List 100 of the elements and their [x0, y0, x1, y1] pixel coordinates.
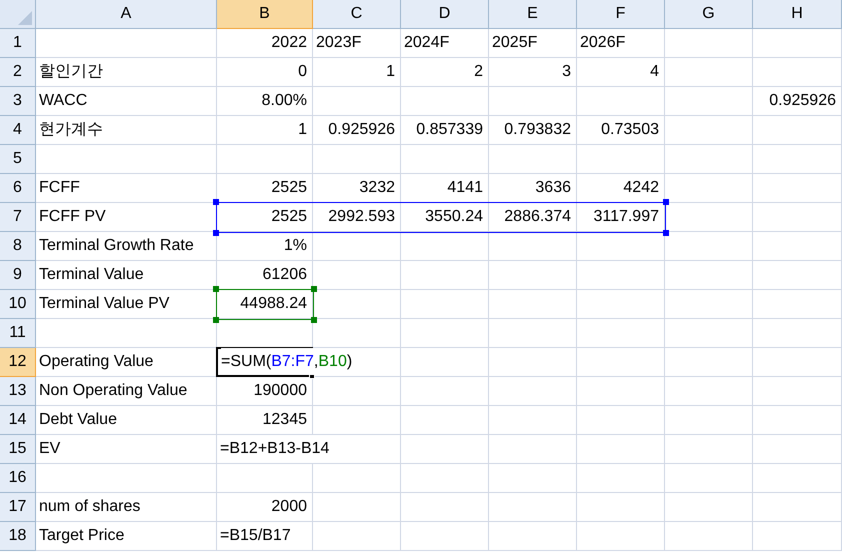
- spreadsheet-cell[interactable]: Debt Value: [36, 406, 217, 435]
- spreadsheet-cell[interactable]: [753, 203, 842, 232]
- spreadsheet-cell[interactable]: [313, 464, 401, 493]
- spreadsheet-cell[interactable]: [753, 348, 842, 377]
- spreadsheet-cell[interactable]: [401, 290, 489, 319]
- spreadsheet-cell[interactable]: 2024F: [401, 29, 489, 58]
- spreadsheet-cell[interactable]: 2886.374: [489, 203, 577, 232]
- row-header[interactable]: 11: [0, 319, 36, 348]
- spreadsheet-cell[interactable]: [753, 174, 842, 203]
- spreadsheet-cell[interactable]: [36, 29, 217, 58]
- spreadsheet-cell[interactable]: Target Price: [36, 522, 217, 551]
- row-header[interactable]: 1: [0, 29, 36, 58]
- spreadsheet-cell[interactable]: [489, 319, 577, 348]
- spreadsheet-cell[interactable]: [489, 406, 577, 435]
- row-header[interactable]: 6: [0, 174, 36, 203]
- spreadsheet-cell[interactable]: [577, 87, 665, 116]
- spreadsheet-cell[interactable]: [753, 493, 842, 522]
- spreadsheet-cell[interactable]: [401, 522, 489, 551]
- spreadsheet-cell[interactable]: =B12+B13-B14: [217, 435, 401, 464]
- spreadsheet-cell[interactable]: [489, 290, 577, 319]
- row-header[interactable]: 14: [0, 406, 36, 435]
- spreadsheet-cell[interactable]: [577, 145, 665, 174]
- spreadsheet-cell[interactable]: [665, 406, 753, 435]
- column-header[interactable]: H: [753, 0, 842, 29]
- row-header[interactable]: 13: [0, 377, 36, 406]
- spreadsheet-cell[interactable]: [753, 406, 842, 435]
- spreadsheet-cell[interactable]: [665, 522, 753, 551]
- spreadsheet-cell[interactable]: [577, 406, 665, 435]
- spreadsheet-cell[interactable]: [577, 493, 665, 522]
- column-header[interactable]: B: [217, 0, 313, 29]
- spreadsheet-cell[interactable]: 2025F: [489, 29, 577, 58]
- spreadsheet-cell[interactable]: 2: [401, 58, 489, 87]
- spreadsheet-cell[interactable]: [577, 522, 665, 551]
- row-header[interactable]: 10: [0, 290, 36, 319]
- spreadsheet-cell[interactable]: [217, 145, 313, 174]
- spreadsheet-cell[interactable]: [313, 319, 401, 348]
- spreadsheet-cell[interactable]: [753, 261, 842, 290]
- spreadsheet-cell[interactable]: [753, 319, 842, 348]
- column-header[interactable]: F: [577, 0, 665, 29]
- spreadsheet-cell[interactable]: 2022: [217, 29, 313, 58]
- spreadsheet-cell[interactable]: 0.857339: [401, 116, 489, 145]
- spreadsheet-cell[interactable]: [489, 377, 577, 406]
- row-header[interactable]: 9: [0, 261, 36, 290]
- spreadsheet-cell[interactable]: [753, 58, 842, 87]
- spreadsheet-cell[interactable]: [753, 29, 842, 58]
- spreadsheet-cell[interactable]: [665, 435, 753, 464]
- spreadsheet-cell[interactable]: [577, 435, 665, 464]
- spreadsheet-cell[interactable]: [665, 377, 753, 406]
- spreadsheet-cell[interactable]: 1: [217, 116, 313, 145]
- spreadsheet-cell[interactable]: [313, 377, 401, 406]
- spreadsheet-cell[interactable]: [753, 232, 842, 261]
- spreadsheet-cell[interactable]: =SUM(B7:F7,B10): [217, 348, 401, 377]
- spreadsheet-cell[interactable]: [665, 145, 753, 174]
- row-header[interactable]: 2: [0, 58, 36, 87]
- spreadsheet-cell[interactable]: [489, 493, 577, 522]
- spreadsheet-cell[interactable]: 2023F: [313, 29, 401, 58]
- spreadsheet-cell[interactable]: [665, 464, 753, 493]
- spreadsheet-cell[interactable]: [665, 87, 753, 116]
- spreadsheet-cell[interactable]: Terminal Value: [36, 261, 217, 290]
- spreadsheet-cell[interactable]: [665, 493, 753, 522]
- spreadsheet-cell[interactable]: 3: [489, 58, 577, 87]
- spreadsheet-cell[interactable]: [401, 464, 489, 493]
- spreadsheet-cell[interactable]: 1%: [217, 232, 313, 261]
- spreadsheet-cell[interactable]: 0.925926: [753, 87, 842, 116]
- spreadsheet-cell[interactable]: [401, 87, 489, 116]
- spreadsheet-cell[interactable]: [401, 319, 489, 348]
- spreadsheet-cell[interactable]: 3550.24: [401, 203, 489, 232]
- spreadsheet-cell[interactable]: 0: [217, 58, 313, 87]
- spreadsheet-cell[interactable]: FCFF: [36, 174, 217, 203]
- spreadsheet-cell[interactable]: 2525: [217, 203, 313, 232]
- spreadsheet-cell[interactable]: [401, 145, 489, 174]
- spreadsheet-cell[interactable]: [401, 493, 489, 522]
- spreadsheet-cell[interactable]: [665, 29, 753, 58]
- spreadsheet-cell[interactable]: 3117.997: [577, 203, 665, 232]
- spreadsheet-cell[interactable]: [489, 261, 577, 290]
- row-header[interactable]: 18: [0, 522, 36, 551]
- spreadsheet-cell[interactable]: 현가계수: [36, 116, 217, 145]
- spreadsheet-cell[interactable]: [489, 435, 577, 464]
- spreadsheet-cell[interactable]: 할인기간: [36, 58, 217, 87]
- spreadsheet-cell[interactable]: 2000: [217, 493, 313, 522]
- spreadsheet-cell[interactable]: [489, 348, 577, 377]
- spreadsheet-cell[interactable]: [401, 232, 489, 261]
- spreadsheet-cell[interactable]: 12345: [217, 406, 313, 435]
- spreadsheet-cell[interactable]: [753, 116, 842, 145]
- spreadsheet-cell[interactable]: [577, 464, 665, 493]
- spreadsheet-cell[interactable]: [313, 87, 401, 116]
- spreadsheet-cell[interactable]: 190000: [217, 377, 313, 406]
- spreadsheet-cell[interactable]: 8.00%: [217, 87, 313, 116]
- spreadsheet-cell[interactable]: [313, 522, 401, 551]
- column-header[interactable]: E: [489, 0, 577, 29]
- row-header[interactable]: 4: [0, 116, 36, 145]
- column-header[interactable]: G: [665, 0, 753, 29]
- spreadsheet-cell[interactable]: [313, 232, 401, 261]
- column-header[interactable]: C: [313, 0, 401, 29]
- spreadsheet-cell[interactable]: 0.73503: [577, 116, 665, 145]
- spreadsheet-cell[interactable]: [753, 522, 842, 551]
- spreadsheet-cell[interactable]: [577, 290, 665, 319]
- select-all-corner[interactable]: [0, 0, 36, 29]
- row-header[interactable]: 7: [0, 203, 36, 232]
- row-header[interactable]: 12: [0, 348, 36, 377]
